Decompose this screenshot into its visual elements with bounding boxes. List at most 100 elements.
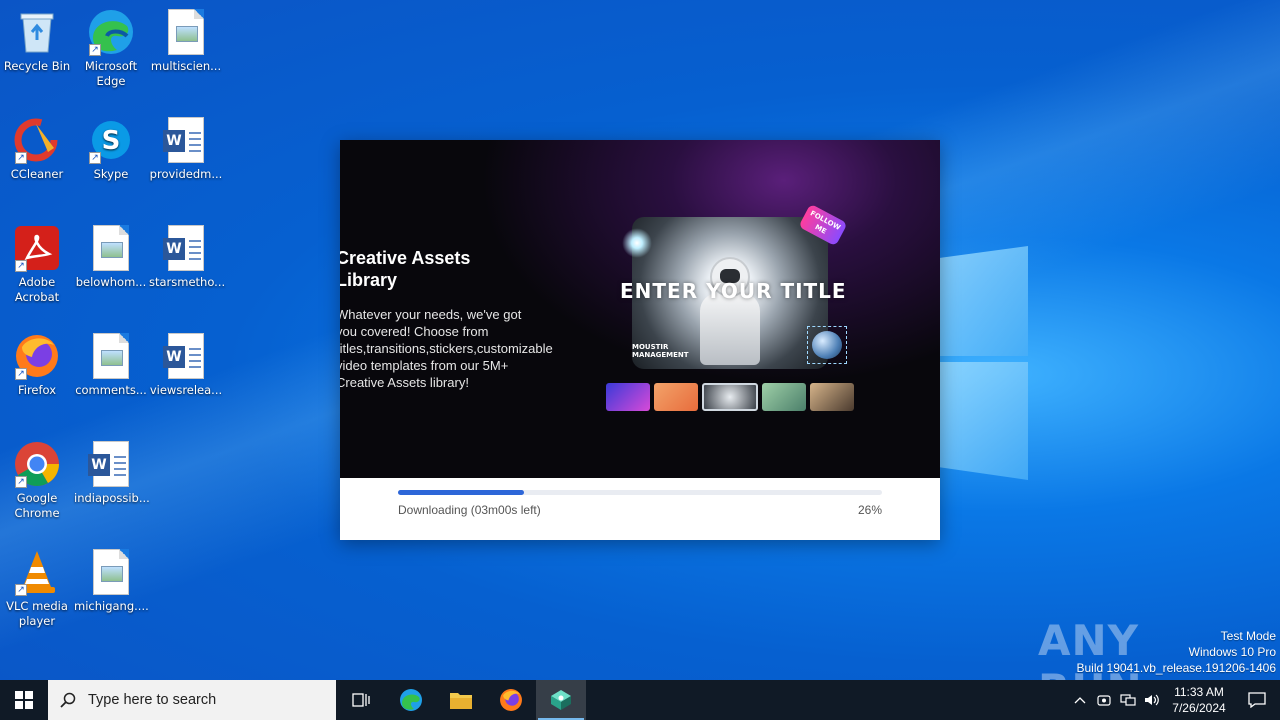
network-icon[interactable] xyxy=(1116,680,1140,720)
desktop-icon-label: indiapossib... xyxy=(74,491,150,505)
showcase-caption: MOUSTIR MANAGEMENT xyxy=(632,343,689,359)
desktop-icon-label: CCleaner xyxy=(10,167,64,181)
desktop-icon-label: michigang.... xyxy=(74,599,149,613)
globe-sticker-selection xyxy=(807,326,847,364)
desktop-icon-file-providedm[interactable]: W providedm... xyxy=(149,116,223,182)
download-progress-fill xyxy=(398,490,524,495)
search-icon xyxy=(60,692,76,708)
installer-window: Creative Assets Library Whatever your ne… xyxy=(340,140,940,540)
start-button[interactable] xyxy=(0,680,48,720)
desktop-icon-file-starsmetho[interactable]: W starsmetho... xyxy=(149,224,226,290)
template-thumbnail xyxy=(810,383,854,411)
action-center-button[interactable] xyxy=(1234,680,1280,720)
taskbar-clock[interactable]: 11:33 AM 7/26/2024 xyxy=(1164,684,1234,716)
template-thumbnail xyxy=(606,383,650,411)
shortcut-arrow-icon: ↗ xyxy=(15,584,27,596)
desktop-icon-label: multiscien... xyxy=(150,59,222,73)
wallpaper-windows-logo xyxy=(930,238,1030,480)
shortcut-arrow-icon: ↗ xyxy=(15,152,27,164)
desktop-icon-skype[interactable]: S ↗ Skype xyxy=(74,116,148,182)
desktop-icon-file-multiscien[interactable]: multiscien... xyxy=(149,8,223,74)
firefox-icon: ↗ xyxy=(13,332,61,380)
word-document-icon: W xyxy=(162,224,210,272)
desktop-icon-label: Firefox xyxy=(17,383,57,397)
desktop-icon-label: Google Chrome xyxy=(14,491,60,520)
taskbar-firefox[interactable] xyxy=(486,680,536,720)
test-mode-line: Test Mode xyxy=(1220,629,1276,643)
edge-icon: ↗ xyxy=(87,8,135,56)
installer-app-icon xyxy=(551,690,571,710)
taskbar-search-box[interactable]: Type here to search xyxy=(48,680,336,720)
meet-now-icon[interactable] xyxy=(1092,680,1116,720)
download-progress-bar xyxy=(398,490,882,495)
ccleaner-icon: ↗ xyxy=(13,116,61,164)
system-tray: 11:33 AM 7/26/2024 xyxy=(1068,680,1280,720)
desktop-icon-file-viewsrelea[interactable]: W viewsrelea... xyxy=(149,332,223,398)
taskbar-file-explorer[interactable] xyxy=(436,680,486,720)
word-document-icon: W xyxy=(162,116,210,164)
folder-icon xyxy=(450,693,472,709)
tray-overflow-chevron-icon[interactable] xyxy=(1068,680,1092,720)
word-document-icon: W xyxy=(162,332,210,380)
template-thumbnail xyxy=(762,383,806,411)
task-view-button[interactable] xyxy=(336,680,386,720)
showcase-title-text: ENTER YOUR TITLE xyxy=(620,279,847,303)
desktop-icon-label: starsmetho... xyxy=(149,275,226,289)
sparkle-decoration xyxy=(622,228,652,258)
shortcut-arrow-icon: ↗ xyxy=(15,368,27,380)
image-file-icon xyxy=(87,548,135,596)
desktop-icon-label: comments... xyxy=(75,383,147,397)
image-file-icon xyxy=(162,8,210,56)
desktop-icon-label: VLC media player xyxy=(6,599,68,628)
desktop-icon-microsoft-edge[interactable]: ↗ Microsoft Edge xyxy=(74,8,148,89)
test-mode-notice: Test Mode Windows 10 Pro Build 19041.vb_… xyxy=(1077,628,1277,676)
desktop-icon-label: viewsrelea... xyxy=(149,383,223,397)
desktop-icon-file-michigang[interactable]: michigang.... xyxy=(74,548,149,614)
notification-icon xyxy=(1248,692,1266,708)
desktop-icon-file-comments[interactable]: comments... xyxy=(74,332,148,398)
desktop-icon-firefox[interactable]: ↗ Firefox xyxy=(0,332,74,398)
image-file-icon xyxy=(87,332,135,380)
desktop-icon-label: Adobe Acrobat xyxy=(14,275,60,304)
taskbar-edge[interactable] xyxy=(386,680,436,720)
download-percent: 26% xyxy=(857,503,882,517)
template-thumbnail-selected xyxy=(702,383,758,411)
shortcut-arrow-icon: ↗ xyxy=(15,476,27,488)
volume-icon[interactable] xyxy=(1140,680,1164,720)
windows-logo-icon xyxy=(15,691,33,709)
hero-description: Whatever your needs, we've got you cover… xyxy=(340,307,553,390)
firefox-icon xyxy=(500,689,522,711)
download-progress-section: Downloading (03m00s left) 26% xyxy=(340,478,940,540)
hero-title: Creative Assets Library xyxy=(340,248,471,290)
edge-icon xyxy=(400,689,422,711)
search-placeholder: Type here to search xyxy=(88,692,217,708)
template-thumbnail xyxy=(654,383,698,411)
desktop-icon-label: providedm... xyxy=(149,167,223,181)
task-view-icon xyxy=(352,693,370,707)
chrome-icon: ↗ xyxy=(13,440,61,488)
desktop-icon-file-belowhom[interactable]: belowhom... xyxy=(74,224,148,290)
template-thumbnail-strip xyxy=(606,383,854,411)
installer-hero-banner: Creative Assets Library Whatever your ne… xyxy=(340,140,940,478)
vlc-cone-icon: ↗ xyxy=(13,548,61,596)
desktop-icon-file-indiapossib[interactable]: W indiapossib... xyxy=(74,440,150,506)
build-line: Build 19041.vb_release.191206-1406 xyxy=(1076,661,1277,675)
desktop-icon-vlc[interactable]: ↗ VLC media player xyxy=(0,548,74,629)
shortcut-arrow-icon: ↗ xyxy=(15,260,27,272)
desktop-icon-label: Skype xyxy=(93,167,129,181)
download-status-text: Downloading (03m00s left) xyxy=(398,503,541,517)
desktop-icon-label: Microsoft Edge xyxy=(84,59,138,88)
adobe-acrobat-icon: ↗ xyxy=(13,224,61,272)
desktop-icon-adobe-acrobat[interactable]: ↗ Adobe Acrobat xyxy=(0,224,74,305)
desktop-icon-label: Recycle Bin xyxy=(3,59,71,73)
taskbar: Type here to search 11:33 AM 7/26/2024 xyxy=(0,680,1280,720)
desktop-icon-recycle-bin[interactable]: Recycle Bin xyxy=(0,8,74,74)
word-document-icon: W xyxy=(87,440,135,488)
clock-date: 7/26/2024 xyxy=(1172,701,1226,715)
taskbar-installer-app[interactable] xyxy=(536,680,586,720)
desktop-icon-ccleaner[interactable]: ↗ CCleaner xyxy=(0,116,74,182)
desktop-icon-google-chrome[interactable]: ↗ Google Chrome xyxy=(0,440,74,521)
shortcut-arrow-icon: ↗ xyxy=(89,44,101,56)
clock-time: 11:33 AM xyxy=(1174,685,1224,699)
svg-text:S: S xyxy=(102,126,121,156)
